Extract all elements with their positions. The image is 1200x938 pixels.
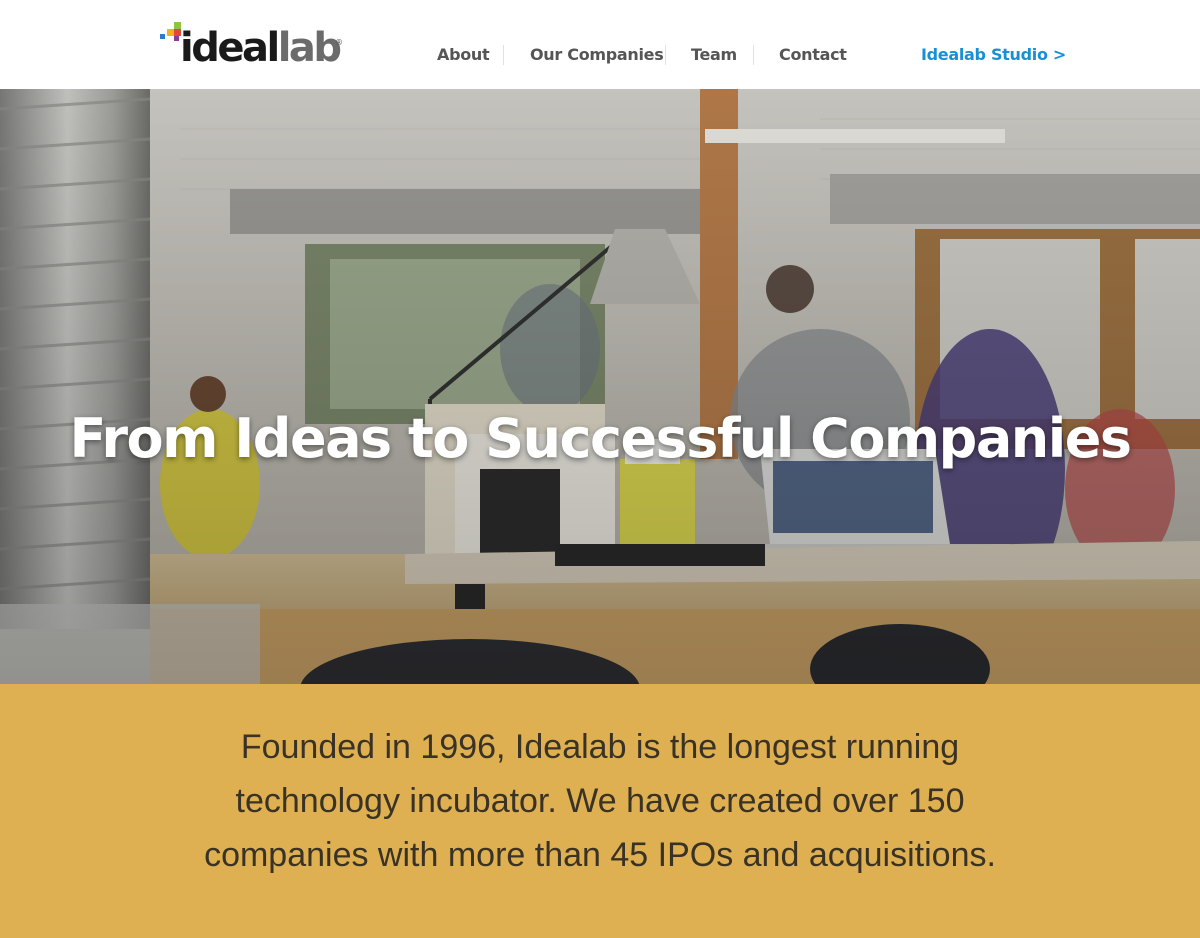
nav-divider — [665, 45, 666, 65]
logo-wordmark: ideallab — [180, 25, 342, 71]
nav-team[interactable]: Team — [691, 45, 737, 64]
nav-divider — [503, 45, 504, 65]
office-photo — [0, 89, 1200, 684]
hero-title: From Ideas to Successful Companies — [69, 407, 1132, 470]
intro-line: companies with more than 45 IPOs and acq… — [204, 836, 996, 874]
nav-about[interactable]: About — [437, 45, 490, 64]
logo-mark-icon — [160, 22, 182, 46]
idealab-studio-link[interactable]: Idealab Studio > — [921, 45, 1066, 64]
registered-mark: ® — [335, 38, 343, 47]
intro-line: Founded in 1996, Idealab is the longest … — [240, 728, 960, 766]
logo-text-main: ideal — [180, 25, 280, 71]
intro-section: Founded in 1996, Idealab is the longest … — [0, 684, 1200, 938]
intro-paragraph: Founded in 1996, Idealab is the longest … — [150, 720, 1050, 882]
nav-divider — [753, 45, 754, 65]
logo-text-accent: lab — [277, 25, 342, 71]
hero-banner: From Ideas to Successful Companies — [0, 89, 1200, 684]
site-header: ideallab ® About Our Companies Team Cont… — [0, 0, 1200, 89]
nav-our-companies[interactable]: Our Companies — [530, 45, 664, 64]
nav-contact[interactable]: Contact — [779, 45, 847, 64]
idealab-logo[interactable]: ideallab ® — [160, 22, 343, 74]
intro-line: technology incubator. We have created ov… — [235, 782, 965, 820]
